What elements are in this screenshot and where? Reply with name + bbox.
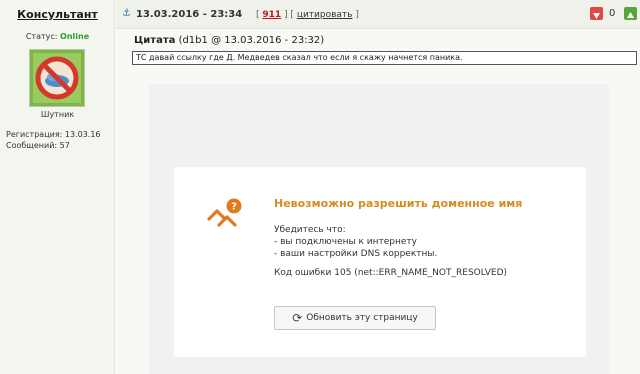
message-count: Сообщений: 57 bbox=[6, 141, 70, 150]
forum-post: Консультант Статус: Online Шутник Регист… bbox=[0, 0, 640, 374]
check-item-internet: - вы подключены к интернету bbox=[274, 237, 417, 247]
avatar bbox=[29, 49, 85, 107]
avatar-forbidden-icon bbox=[30, 50, 84, 106]
quote-title: Цитата (d1b1 @ 13.03.2016 - 23:32) bbox=[134, 35, 324, 46]
user-column: Консультант Статус: Online Шутник Регист… bbox=[0, 0, 115, 374]
post-header: ⚓ 13.03.2016 - 23:34 [ 911 ] [ цитироват… bbox=[116, 0, 640, 29]
rate-down-icon[interactable] bbox=[590, 7, 603, 20]
broken-connection-icon: ? bbox=[207, 198, 242, 227]
svg-text:?: ? bbox=[231, 202, 237, 213]
check-intro: Убедитесь что: bbox=[274, 225, 346, 235]
registration-date: Регистрация: 13.03.16 bbox=[6, 130, 101, 139]
rate-up-icon[interactable] bbox=[624, 7, 637, 20]
check-item-dns: - ваши настройки DNS корректны. bbox=[274, 249, 438, 259]
refresh-icon: ⟳ bbox=[292, 311, 303, 325]
bracket-separator: ] [ bbox=[284, 10, 294, 20]
bracket-close: ] bbox=[355, 10, 359, 20]
error-checklist: Убедитесь что: - вы подключены к интерне… bbox=[274, 224, 437, 260]
username-link[interactable]: Консультант bbox=[0, 8, 115, 21]
error-code: Код ошибки 105 (net::ERR_NAME_NOT_RESOLV… bbox=[274, 268, 508, 278]
rating-count: 0 bbox=[609, 8, 616, 19]
user-reginfo: Регистрация: 13.03.16 Сообщений: 57 bbox=[6, 129, 101, 151]
post-number-link[interactable]: 911 bbox=[262, 10, 281, 20]
user-status: Статус: Online bbox=[0, 32, 115, 41]
avatar-caption: Шутник bbox=[40, 110, 75, 119]
status-label: Статус: bbox=[25, 32, 58, 41]
quote-box: ТС давай ссылку где Д. Медведев сказал ч… bbox=[132, 51, 637, 65]
reload-label: Обновить эту страницу bbox=[306, 313, 418, 323]
error-title: Невозможно разрешить доменное имя bbox=[274, 197, 523, 210]
post-date: 13.03.2016 - 23:34 bbox=[136, 9, 243, 20]
anchor-icon[interactable]: ⚓ bbox=[122, 8, 131, 19]
reload-page-button[interactable]: ⟳ Обновить эту страницу bbox=[274, 306, 436, 330]
post-links: [ 911 ] [ цитировать ] bbox=[256, 10, 359, 20]
quote-meta: (d1b1 @ 13.03.2016 - 23:32) bbox=[178, 35, 325, 46]
status-online: Online bbox=[60, 32, 90, 41]
quote-link[interactable]: цитировать bbox=[297, 10, 353, 20]
quote-label: Цитата bbox=[134, 35, 176, 46]
bracket-open: [ bbox=[256, 10, 260, 20]
